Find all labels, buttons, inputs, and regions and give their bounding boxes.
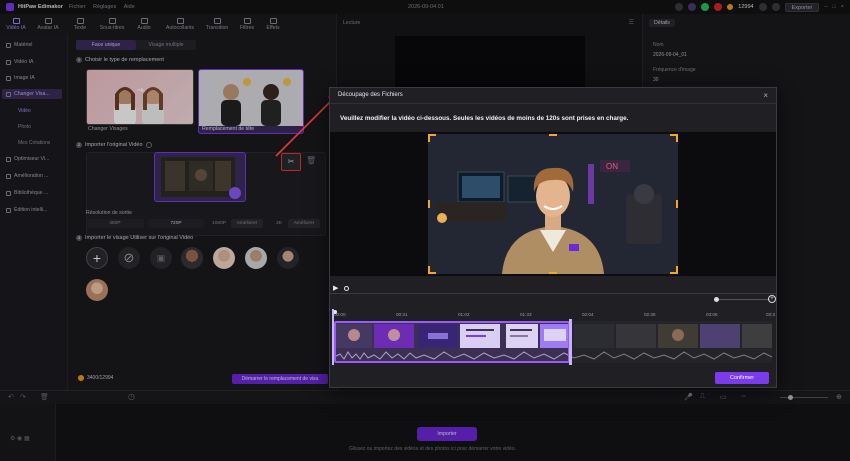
dialog-title: Découpage des Fichiers xyxy=(338,92,403,98)
trim-handle-right[interactable] xyxy=(569,319,572,365)
play-icon[interactable]: ▶ xyxy=(333,284,338,292)
playhead-marker[interactable] xyxy=(344,286,349,291)
trim-handle-left[interactable] xyxy=(332,309,334,365)
crop-corner-br[interactable] xyxy=(670,266,678,274)
ruler-tick: 01:02 xyxy=(458,312,470,317)
confirm-label: Confirmer xyxy=(729,375,755,381)
crop-corner-tl[interactable] xyxy=(428,134,436,142)
dialog-divider xyxy=(330,103,776,104)
video-frame: ON xyxy=(428,134,678,274)
dialog-zoom-slider[interactable] xyxy=(714,299,770,300)
crop-edge-left[interactable] xyxy=(428,200,430,208)
ruler-tick: 02:35 xyxy=(644,312,656,317)
ruler-tick: 02:04 xyxy=(582,312,594,317)
dialog-message: Veuillez modifier la vidéo ci-dessous. S… xyxy=(340,115,629,122)
ruler-tick: 00:31 xyxy=(396,312,408,317)
trim-selection[interactable] xyxy=(334,321,570,363)
ruler-tick: 03:3 xyxy=(766,312,775,317)
crop-corner-tr[interactable] xyxy=(670,134,678,142)
trim-dialog: Découpage des Fichiers × Veuillez modifi… xyxy=(329,87,777,388)
ruler-tick: 01:33 xyxy=(520,312,532,317)
crop-edge-right[interactable] xyxy=(676,200,678,208)
crop-edge-bottom[interactable] xyxy=(549,272,557,274)
trim-excluded-region xyxy=(570,321,772,363)
dialog-close-icon[interactable]: × xyxy=(763,91,768,100)
dialog-zoom-thumb[interactable] xyxy=(714,297,719,302)
clip-strip xyxy=(334,321,772,363)
crop-edge-top[interactable] xyxy=(549,134,557,136)
video-stage: ON xyxy=(330,132,776,276)
crop-corner-bl[interactable] xyxy=(428,266,436,274)
dialog-zoom-in-icon[interactable]: + xyxy=(768,295,776,303)
confirm-button[interactable]: Confirmer xyxy=(715,372,769,384)
svg-text:ON: ON xyxy=(606,162,618,171)
progress-track[interactable] xyxy=(330,293,776,294)
ruler-tick: 03:06 xyxy=(706,312,718,317)
crop-video: ON xyxy=(428,134,678,274)
